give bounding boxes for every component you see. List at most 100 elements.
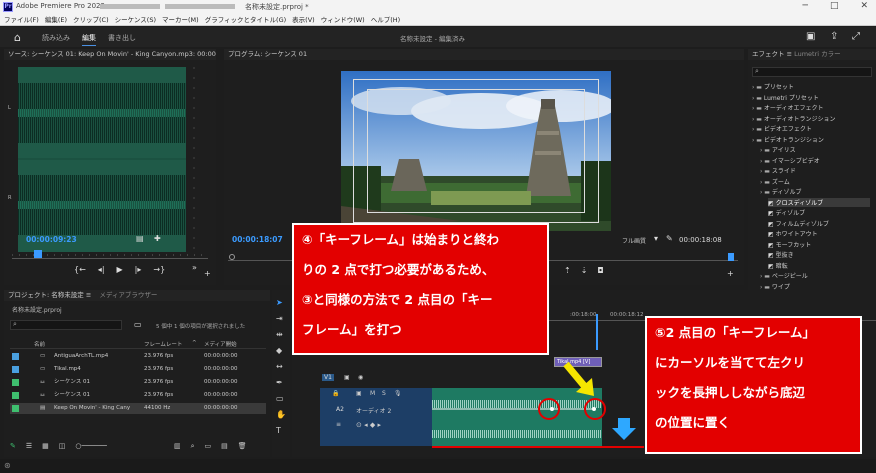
razor-icon[interactable]: ◆	[276, 346, 286, 355]
track-v1-label[interactable]: V1	[322, 374, 334, 381]
effects-item[interactable]: › ▬ オーディオトランジション	[752, 114, 870, 123]
extract-icon[interactable]: ⇣	[581, 266, 588, 275]
menu-graphics[interactable]: グラフィックとタイトル(G)	[205, 14, 286, 25]
source-add-icon[interactable]: +	[204, 269, 211, 278]
effects-item[interactable]: › ▬ アイリス	[760, 145, 870, 154]
effects-item[interactable]: › ▬ ページピール	[760, 271, 870, 280]
project-list-item[interactable]: ▭ AntiguaArchTL.mp4 23.976 fps 00:00:00:00	[10, 351, 266, 362]
effects-item[interactable]: ◩ クロスディゾルブ	[768, 197, 870, 207]
maximize-button[interactable]: □	[830, 1, 839, 11]
find-icon[interactable]: ⌕	[191, 442, 195, 451]
trash-icon[interactable]: 🗑	[238, 442, 247, 451]
program-timecode[interactable]: 00:00:18:07	[232, 235, 283, 244]
workspace-import[interactable]: 読み込み	[42, 33, 70, 43]
ripple-edit-icon[interactable]: ⇹	[276, 330, 286, 339]
hand-tool-icon[interactable]: ✋	[276, 410, 286, 419]
menu-view[interactable]: 表示(V)	[292, 14, 315, 25]
new-item-icon[interactable]: ▤	[221, 442, 228, 451]
step-forward-icon[interactable]: |▸	[135, 265, 142, 274]
effects-item[interactable]: › ▬ スライド	[760, 166, 870, 175]
project-menu-icon[interactable]: ≡	[86, 291, 94, 299]
media-browser-tab[interactable]: メディアブラウザー	[99, 291, 157, 299]
project-tab[interactable]: プロジェクト: 名称未設定	[8, 291, 84, 299]
selection-tool-icon[interactable]: ➤	[276, 298, 286, 307]
col-framerate[interactable]: フレームレート	[144, 340, 182, 348]
effects-item[interactable]: › ▬ Lumetri プリセット	[752, 93, 870, 102]
lift-icon[interactable]: ⇡	[564, 266, 571, 275]
mic-icon[interactable]: 🎙	[394, 390, 402, 397]
new-bin-bottom-icon[interactable]: ▭	[205, 442, 212, 451]
effects-item[interactable]: ◩ フィルムディゾルブ	[768, 219, 870, 228]
play-icon[interactable]: ▶	[117, 265, 123, 274]
pen-tool-icon[interactable]: ✒	[276, 378, 286, 387]
quality-dropdown[interactable]: フル画質	[622, 236, 646, 245]
menu-help[interactable]: ヘルプ(H)	[371, 14, 400, 25]
mute-button[interactable]: M	[370, 390, 375, 397]
menu-sequence[interactable]: シーケンス(S)	[115, 14, 156, 25]
workspace-edit[interactable]: 編集	[82, 33, 96, 46]
v1-eye-icon[interactable]: ◉	[358, 374, 363, 381]
quality-chevron-icon[interactable]: ▾	[654, 234, 658, 243]
sort-icon[interactable]: ^	[192, 340, 197, 346]
source-wrench-icon[interactable]: ✚	[154, 234, 161, 243]
home-icon[interactable]: ⌂	[14, 31, 21, 44]
minimize-button[interactable]: ─	[803, 1, 808, 11]
lumetri-tab[interactable]: Lumetri カラー	[794, 50, 841, 58]
program-wrench-icon[interactable]: ✎	[666, 234, 673, 243]
workspace-export[interactable]: 書き出し	[108, 33, 136, 43]
menu-file[interactable]: ファイル(F)	[4, 14, 39, 25]
menu-clip[interactable]: クリップ(C)	[73, 14, 109, 25]
export-frame-icon[interactable]: ◘	[597, 266, 603, 275]
a2-sync-icon[interactable]: ▣	[356, 390, 362, 397]
menu-marker[interactable]: マーカー(M)	[162, 14, 199, 25]
automate-icon[interactable]: ▥	[174, 442, 181, 451]
source-settings-icon[interactable]: ▤	[136, 234, 144, 243]
effects-item[interactable]: › ▬ プリセット	[752, 82, 870, 91]
icon-view-icon[interactable]: ▦	[42, 442, 49, 450]
effects-item[interactable]: › ▬ オーディオエフェクト	[752, 103, 870, 112]
effects-item[interactable]: ◩ モーフカット	[768, 240, 870, 249]
track-a2-label[interactable]: A2	[336, 406, 344, 413]
effects-item[interactable]: › ▬ ビデオトランジション	[752, 135, 870, 144]
effects-item[interactable]: ◩ ディゾルブ	[768, 208, 870, 217]
col-name[interactable]: 名前	[34, 340, 45, 348]
keyframe-nav-icons[interactable]: ⊙ ◂ ◆ ▸	[356, 421, 381, 429]
effects-item[interactable]: › ▬ ビデオエフェクト	[752, 124, 870, 133]
close-button[interactable]: ✕	[860, 1, 868, 11]
source-time-ruler[interactable]	[12, 249, 208, 259]
fullscreen-icon[interactable]: ⤢	[852, 31, 860, 42]
effects-menu-icon[interactable]: ≡	[787, 50, 795, 58]
zoom-slider[interactable]: ○──────	[75, 442, 106, 450]
v1-toggle-icon[interactable]: ▣	[344, 374, 350, 381]
a2-volume-icon[interactable]: ≡	[336, 421, 341, 428]
program-add-icon[interactable]: +	[727, 269, 734, 278]
effects-item[interactable]: ◩ 暗転	[768, 261, 870, 270]
effects-item[interactable]: ◩ ホワイトアウト	[768, 229, 870, 238]
menu-window[interactable]: ウィンドウ(W)	[321, 14, 365, 25]
effects-item[interactable]: ◩ 型抜き	[768, 250, 870, 259]
share-icon[interactable]: ⇪	[830, 31, 838, 42]
source-more-icon[interactable]: »	[192, 263, 197, 272]
menu-edit[interactable]: 編集(E)	[45, 14, 67, 25]
project-list-item[interactable]: ▭ Tikal.mp4 23.976 fps 00:00:00:00	[10, 364, 266, 375]
mark-in-icon[interactable]: {←	[74, 265, 86, 274]
effects-item[interactable]: › ▬ ディゾルブ	[760, 187, 870, 196]
list-view-icon[interactable]: ☰	[26, 442, 32, 450]
quick-export-icon[interactable]: ▣	[806, 31, 815, 42]
effects-item[interactable]: › ▬ イマーシブビデオ	[760, 156, 870, 165]
step-back-icon[interactable]: ◂|	[98, 265, 105, 274]
playhead[interactable]	[596, 314, 598, 350]
new-bin-icon[interactable]: ▭	[134, 320, 142, 329]
project-list-item[interactable]: ▤ Keep On Movin' - King Cany 44100 Hz 00:00…	[10, 403, 266, 414]
col-media-start[interactable]: メディア開始	[204, 340, 237, 348]
project-list-item[interactable]: ⚍ シーケンス 01 23.976 fps 00:00:00:00	[10, 390, 266, 401]
rectangle-tool-icon[interactable]: ▭	[276, 394, 286, 403]
program-video-frame[interactable]	[341, 71, 611, 231]
track-select-icon[interactable]: ⇥	[276, 314, 286, 323]
effects-search-input[interactable]: ⌕	[752, 67, 872, 77]
pencil-icon[interactable]: ✎	[10, 442, 16, 450]
freeform-view-icon[interactable]: ◫	[59, 442, 66, 450]
slip-icon[interactable]: ↔	[276, 362, 286, 371]
project-list-item[interactable]: ⚍ シーケンス 01 23.976 fps 00:00:00:00	[10, 377, 266, 388]
effects-item[interactable]: › ▬ ズーム	[760, 177, 870, 186]
